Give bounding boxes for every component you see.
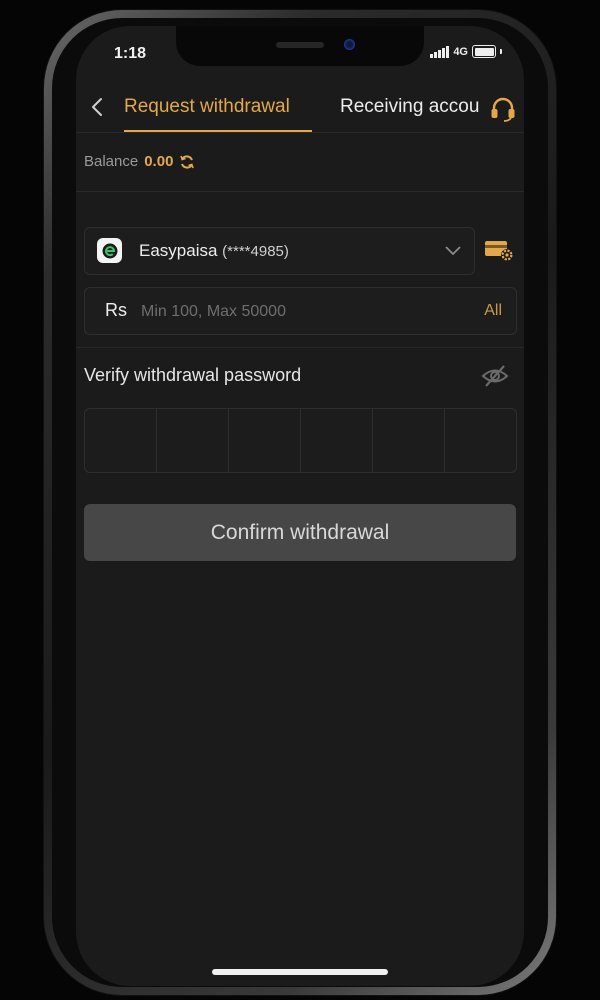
- account-masked-number: (****4985): [222, 243, 289, 260]
- customer-support-button[interactable]: [488, 94, 518, 124]
- home-indicator[interactable]: [212, 969, 388, 975]
- password-digit-box[interactable]: [445, 409, 516, 472]
- divider: [76, 191, 524, 192]
- password-digit-box[interactable]: [157, 409, 229, 472]
- tab-request-withdrawal[interactable]: Request withdrawal: [124, 96, 290, 118]
- notch: [176, 26, 424, 66]
- back-button[interactable]: [84, 90, 110, 124]
- password-label: Verify withdrawal password: [84, 365, 302, 385]
- password-digit-box[interactable]: [229, 409, 301, 472]
- card-settings-icon[interactable]: [483, 236, 515, 264]
- top-navigation: Request withdrawal Receiving accou: [76, 88, 524, 133]
- balance-value: 0.00: [144, 153, 174, 170]
- balance-label: Balance: [84, 153, 139, 170]
- password-digit-box[interactable]: [373, 409, 445, 472]
- amount-field: Rs All: [84, 287, 517, 335]
- password-input-boxes[interactable]: [84, 408, 517, 473]
- divider: [76, 347, 524, 348]
- headset-icon: [491, 97, 515, 122]
- front-camera: [344, 39, 355, 50]
- signal-icon: [430, 45, 450, 58]
- account-provider: Easypaisa: [139, 241, 218, 260]
- easypaisa-logo-icon: [97, 238, 122, 263]
- confirm-withdrawal-button[interactable]: Confirm withdrawal: [84, 504, 516, 561]
- network-type: 4G: [453, 45, 468, 58]
- balance-row: Balance 0.00: [84, 153, 195, 170]
- account-name: Easypaisa (****4985): [139, 241, 289, 261]
- status-indicators: 4G: [430, 45, 502, 58]
- earpiece-speaker: [276, 42, 324, 48]
- amount-input[interactable]: [139, 294, 443, 330]
- battery-icon: [472, 45, 496, 58]
- password-digit-box[interactable]: [301, 409, 373, 472]
- refresh-icon[interactable]: [179, 154, 195, 170]
- active-tab-indicator: [124, 130, 312, 132]
- password-digit-box[interactable]: [85, 409, 157, 472]
- status-time: 1:18: [114, 45, 147, 62]
- battery-tip: [500, 49, 502, 54]
- phone-screen: 1:18 4G Request withdrawal Receiving acc…: [76, 26, 524, 986]
- device-stage: 1:18 4G Request withdrawal Receiving acc…: [0, 0, 600, 1000]
- account-selector[interactable]: Easypaisa (****4985): [84, 227, 475, 275]
- eye-off-icon[interactable]: [480, 362, 510, 390]
- tab-receiving-account[interactable]: Receiving accou: [340, 96, 490, 118]
- currency-label: Rs: [105, 300, 127, 320]
- chevron-left-icon: [92, 98, 102, 116]
- chevron-down-icon: [445, 246, 461, 256]
- all-amount-button[interactable]: All: [484, 302, 502, 320]
